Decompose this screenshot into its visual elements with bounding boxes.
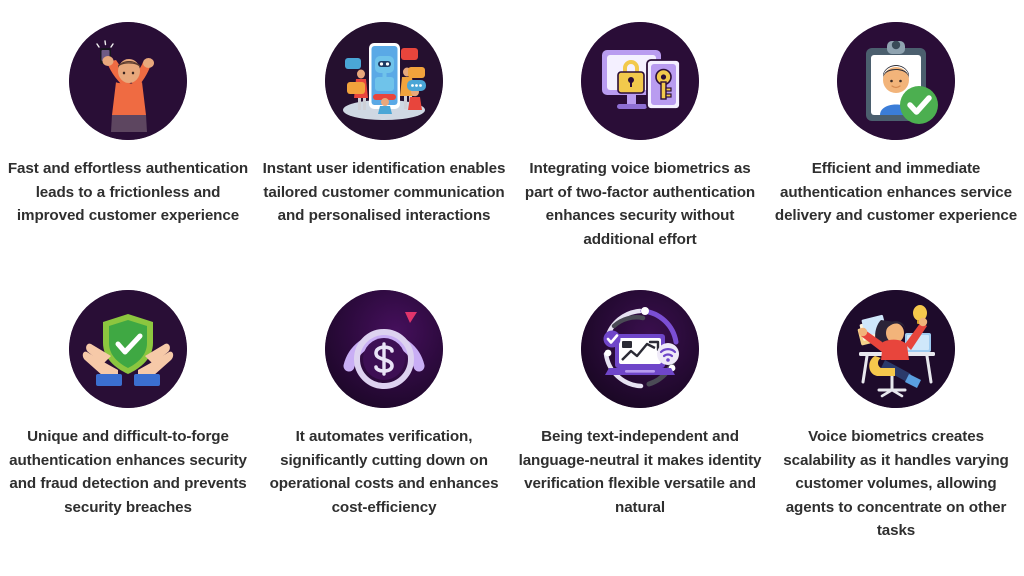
card-7: Being text-independent and language-neut… (512, 290, 768, 558)
card-4-caption: Efficient and immediate authentication e… (774, 160, 1018, 224)
card-2: Instant user identification enables tail… (256, 22, 512, 290)
card-6: It automates verification, significantly… (256, 290, 512, 558)
card-3: Integrating voice biometrics as part of … (512, 22, 768, 290)
card-5-caption: Unique and difficult-to-forge authentica… (9, 428, 247, 516)
card-2-caption: Instant user identification enables tail… (262, 160, 506, 224)
monitor-lock-key-security-icon (581, 22, 699, 140)
id-badge-verified-check-icon (837, 22, 955, 140)
laptop-growth-chart-wifi-icon (581, 290, 699, 408)
chatbot-phone-conversation-icon (325, 22, 443, 140)
card-5: Unique and difficult-to-forge authentica… (0, 290, 256, 558)
card-3-caption: Integrating voice biometrics as part of … (524, 160, 756, 248)
person-celebrating-with-phone-icon (69, 22, 187, 140)
card-grid: Fast and effortless authentication leads… (0, 0, 1024, 539)
dollar-cost-gauge-icon (325, 290, 443, 408)
card-6-caption: It automates verification, significantly… (269, 428, 499, 516)
card-1-caption: Fast and effortless authentication leads… (7, 160, 249, 224)
card-4: Efficient and immediate authentication e… (768, 22, 1024, 290)
card-8-caption: Voice biometrics creates scalability as … (783, 428, 1009, 539)
busy-multitasking-agent-icon (837, 290, 955, 408)
card-8: Voice biometrics creates scalability as … (768, 290, 1024, 558)
card-7-caption: Being text-independent and language-neut… (518, 428, 762, 516)
hands-holding-shield-check-icon (69, 290, 187, 408)
card-1: Fast and effortless authentication leads… (0, 22, 256, 290)
infographic-board: Fast and effortless authentication leads… (0, 0, 1024, 576)
